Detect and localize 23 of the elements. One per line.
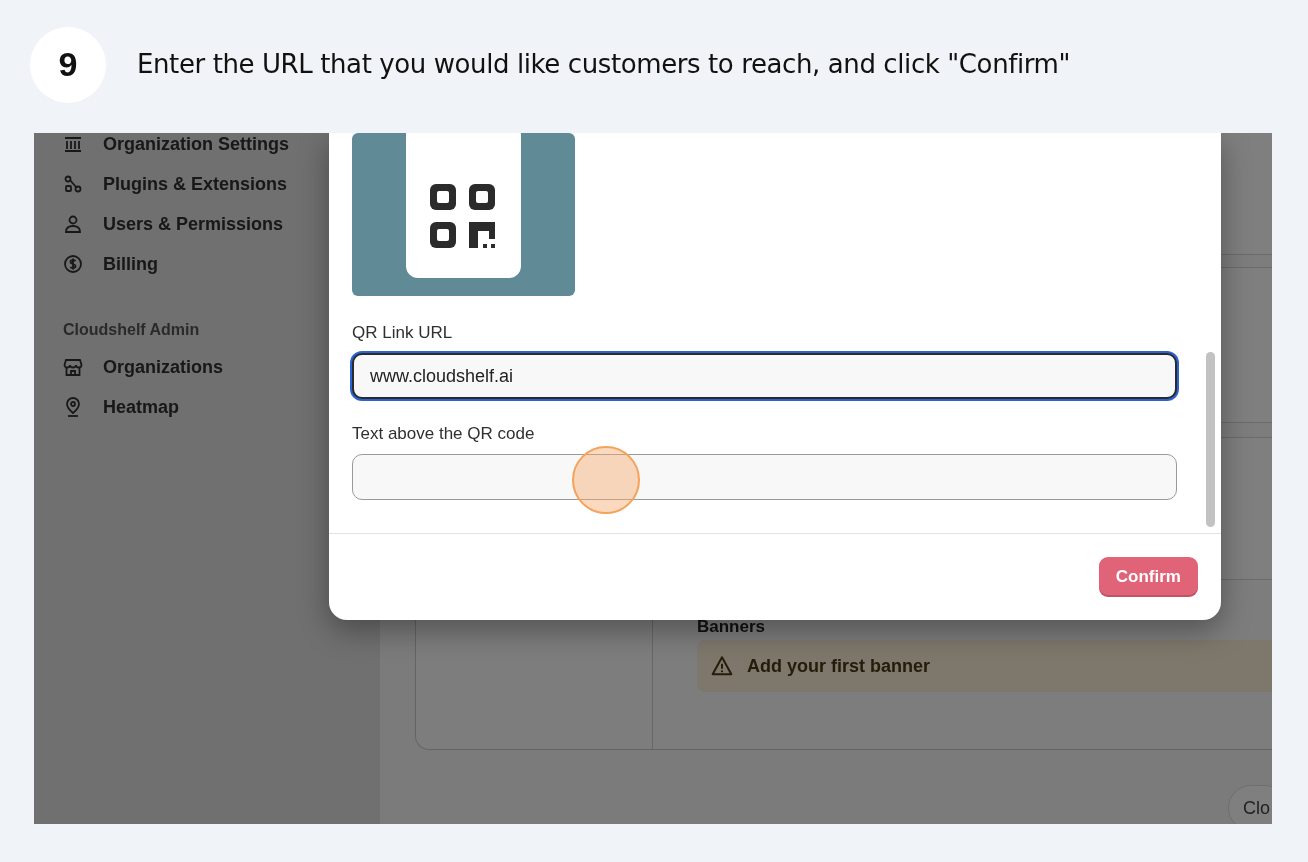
field-label: QR Link URL (352, 323, 454, 343)
sidebar-item[interactable]: Billing (63, 244, 380, 284)
scrollbar[interactable] (1206, 352, 1215, 527)
sidebar-item[interactable]: Plugins & Extensions (63, 164, 380, 204)
input-field[interactable]: www.cloudshelf.ai (352, 353, 1177, 399)
field-label: Text above the QR code (352, 424, 536, 444)
banner-text: Add your first banner (747, 655, 930, 677)
user-icon (63, 214, 83, 234)
location-pin-icon (63, 397, 83, 417)
section-heading: Banners (697, 617, 767, 637)
dollar-icon (63, 254, 83, 274)
sidebar-item[interactable]: Users & Permissions (63, 204, 380, 244)
confirm-button[interactable]: Confirm (1098, 557, 1198, 597)
bank-icon (63, 134, 83, 154)
nodes-icon (63, 174, 83, 194)
input-field[interactable] (352, 454, 1177, 500)
step-number: 9 (30, 26, 106, 103)
section-heading: Cloudshelf Admin (63, 321, 200, 339)
sidebar-item[interactable]: Organization Settings (63, 133, 380, 164)
warning-icon (711, 655, 733, 677)
instruction-text: Enter the URL that you would like customers to reach, and click "Confirm" (137, 48, 1071, 79)
store-icon (63, 357, 83, 377)
close-button[interactable]: Clo (1228, 785, 1272, 824)
